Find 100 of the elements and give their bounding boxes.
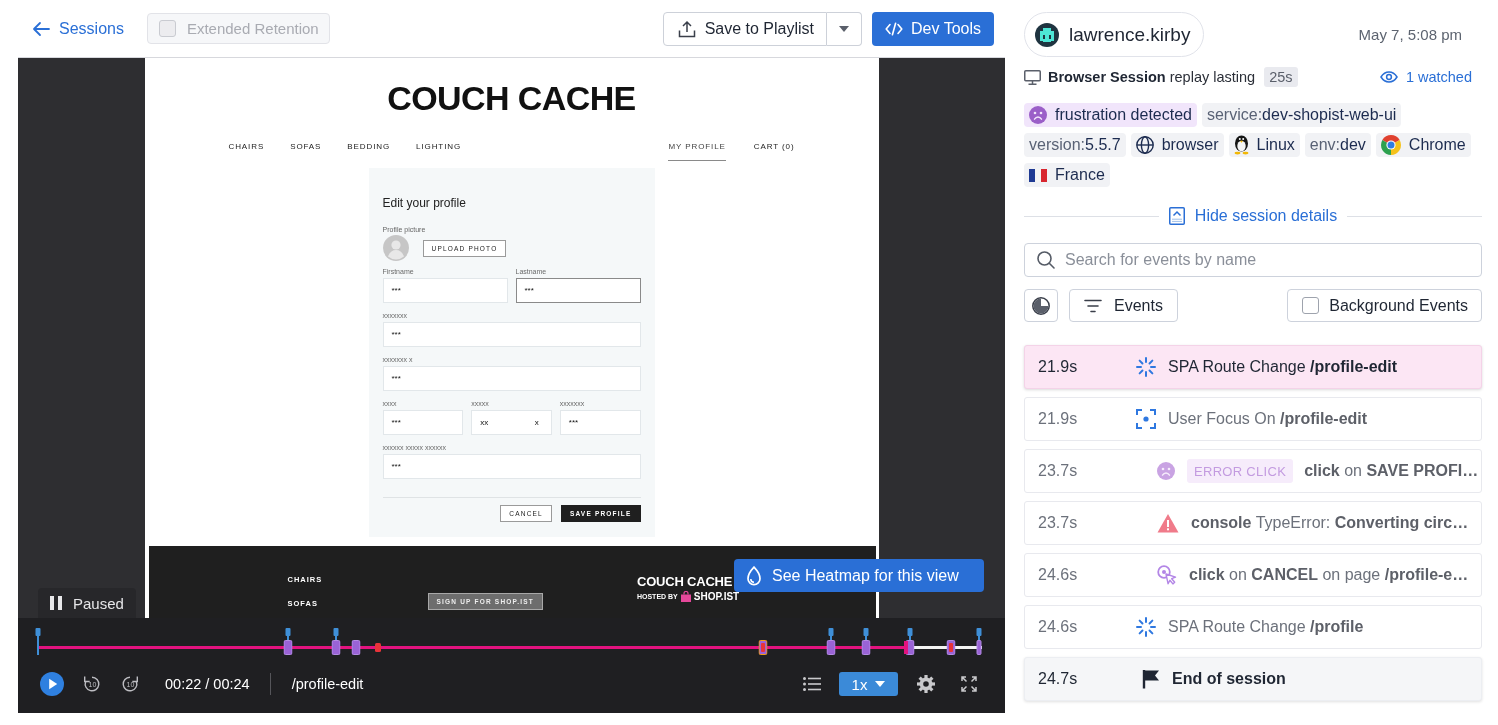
browser-logo-icon [1380,135,1401,155]
session-date: May 7, 5:08 pm [1358,26,1462,43]
input-field[interactable]: *** [382,278,508,303]
session-tag[interactable]: env:dev [1304,133,1371,157]
checkbox[interactable] [1302,297,1320,314]
input-field[interactable]: *** [515,278,641,303]
spinner-icon [1136,617,1156,637]
input-field[interactable]: *** [382,454,641,479]
globe-icon [1135,136,1154,154]
dropdown-button[interactable] [827,11,863,46]
filter-icon [1084,298,1102,313]
footer-logo: COUCH CACHE [636,575,733,589]
event-time: 24.6s [1038,566,1079,584]
frown-face-icon [1157,462,1175,480]
playback-time: 00:22 / 00:24 [165,676,250,692]
penguin-icon [1233,135,1249,155]
input-field[interactable]: *** [559,410,641,435]
session-tag[interactable]: Chrome [1375,133,1471,157]
fullscreen-icon[interactable] [961,676,977,692]
event-row[interactable]: 21.9s User Focus On /profile-edit [1024,397,1482,441]
collapse-icon [1168,207,1185,225]
event-time: 21.9s [1038,358,1079,376]
watched-link[interactable]: 1 watched [1379,69,1472,85]
action-marker-icon[interactable] [351,640,361,655]
nav-link[interactable]: SOFAS [290,141,322,161]
event-description: End of session [1172,670,1286,688]
play-icon[interactable] [40,672,64,696]
monitor-icon [1024,69,1041,85]
duration-badge: 25s [1264,67,1298,87]
event-row[interactable]: 24.6s SPA Route Change /profile [1024,605,1482,649]
country-flag-icon [1029,168,1047,182]
nav-link[interactable]: LIGHTING [416,141,462,161]
spinner-icon [1136,357,1156,377]
event-description: SPA Route Change /profile [1168,618,1364,636]
event-time: 23.7s [1038,462,1079,480]
nav-link[interactable]: CHAIRS [228,141,265,161]
input-field[interactable]: xx x [471,410,552,435]
event-marker-icon[interactable] [861,628,871,655]
back-link[interactable]: Sessions [32,19,124,38]
session-tag[interactable]: Linux [1228,133,1300,157]
frown-face-icon [1029,106,1047,124]
shopping-bag-icon [680,591,691,602]
clear-mark[interactable]: x [534,418,539,427]
session-tag[interactable]: France [1024,163,1110,187]
event-description: click on SAVE PROFI… [1304,462,1479,480]
event-row[interactable]: 24.6s click on CANCEL on page /profile-e… [1024,553,1482,597]
event-description: click on CANCEL on page /profile-e… [1189,566,1469,584]
speed-button[interactable]: 1x [839,672,898,696]
focus-target-icon [1136,409,1156,429]
session-tag[interactable]: version:5.5.7 [1024,133,1126,157]
pie-chart-icon [1032,296,1050,315]
user-chip[interactable]: lawrence.kirby [1024,12,1205,57]
error-marker-icon[interactable] [946,640,956,655]
event-time: 21.9s [1038,410,1079,428]
chart-toggle-button[interactable] [1024,289,1058,322]
nav-link[interactable]: MY PROFILE [668,141,726,161]
error-marker-icon[interactable] [375,643,381,652]
background-events-toggle[interactable]: Background Events [1287,289,1482,322]
events-filter-button[interactable]: Events [1069,289,1178,322]
nav-link[interactable]: CART (0) [753,141,795,161]
event-pin-icon[interactable] [34,628,42,655]
event-row[interactable]: 23.7s ERROR CLICK click on SAVE PROFI… [1024,449,1482,493]
error-click-tag: ERROR CLICK [1187,459,1294,483]
session-tag[interactable]: frustration detected [1024,103,1197,127]
event-time: 24.6s [1038,618,1079,636]
upload-icon [677,19,696,38]
event-time: 23.7s [1038,514,1079,532]
session-tag[interactable]: service:dev-shopist-web-ui [1201,103,1402,127]
event-row[interactable]: 21.9s SPA Route Change /profile-edit [1024,345,1482,389]
event-row[interactable]: 23.7s console TypeError: Converting circ… [1024,501,1482,545]
input-field[interactable]: *** [382,366,641,391]
session-summary: Browser Session replay lasting [1048,69,1256,85]
nav-link[interactable]: BEDDING [347,141,391,161]
event-marker-icon[interactable] [283,628,293,655]
input-field[interactable]: *** [382,410,464,435]
event-row[interactable]: 24.7s End of session [1024,657,1482,701]
caret-icon [839,25,850,32]
eye-icon [1379,71,1398,83]
current-path: /profile-edit [291,676,364,692]
form-title: Edit your profile [382,196,467,210]
event-marker-icon[interactable] [331,628,341,655]
save-to-playlist-button[interactable]: Save to Playlist [662,11,828,46]
settings-icon[interactable] [917,675,935,693]
cursor-click-icon [1157,565,1177,585]
search-icon [1037,251,1055,269]
event-description: SPA Route Change /profile-edit [1168,358,1398,376]
list-icon[interactable] [803,677,821,691]
site-logo: COUCH CACHE [387,78,636,118]
status-text: Paused [73,594,124,612]
heatmap-button[interactable]: See Heatmap for this view [734,559,984,592]
error-marker-icon[interactable] [758,640,768,655]
hide-details-link[interactable]: Hide session details [1168,207,1338,225]
host-name: SHOP.IST [693,591,740,602]
event-marker-icon[interactable] [826,628,836,655]
avatar-placeholder-icon [382,235,409,261]
session-tag[interactable]: browser [1130,133,1224,157]
event-description: User Focus On /profile-edit [1168,410,1368,428]
input-field[interactable]: *** [382,322,641,347]
dev-tools-button[interactable]: Dev Tools [872,11,994,46]
event-marker-icon[interactable] [974,628,983,655]
